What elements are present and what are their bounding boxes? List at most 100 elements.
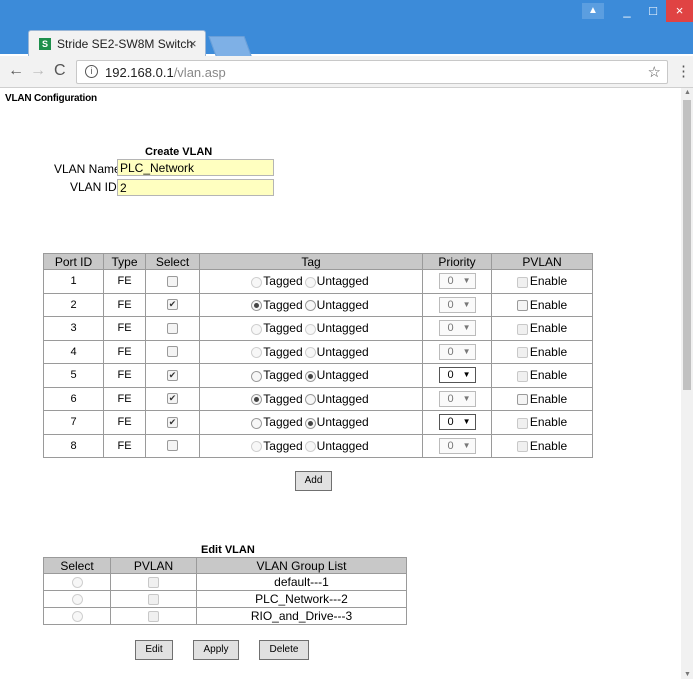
dropdown-arrow-icon: ▼ — [462, 299, 471, 309]
tab-close-icon[interactable]: × — [189, 36, 197, 51]
pvlan-checkbox[interactable] — [516, 300, 528, 312]
tag-cell: Tagged Untagged — [199, 363, 423, 388]
vlan-group-row: RIO_and_Drive---3 — [43, 607, 407, 625]
untagged-radio[interactable] — [304, 300, 316, 312]
pvlan-cell: Enable — [491, 292, 593, 317]
vlan-select-radio[interactable] — [71, 577, 83, 589]
priority-select[interactable]: 0 ▼ — [438, 320, 476, 337]
back-arrow-icon[interactable]: ← — [8, 62, 24, 80]
select-checkbox[interactable] — [167, 440, 178, 452]
address-bar[interactable]: i 192.168.0.1/vlan.asp ☆ — [76, 60, 668, 84]
select-checkbox[interactable] — [167, 322, 178, 334]
priority-select[interactable]: 0 ▼ — [438, 367, 476, 384]
edit-button[interactable]: Edit — [135, 640, 173, 660]
reload-icon[interactable]: C — [54, 62, 66, 80]
priority-select[interactable]: 0 ▼ — [438, 437, 476, 454]
apply-button[interactable]: Apply — [193, 640, 239, 660]
new-tab-button[interactable] — [208, 36, 252, 56]
select-checkbox[interactable]: ✔ — [167, 416, 178, 428]
untagged-radio[interactable] — [304, 441, 316, 453]
untagged-label: Untagged — [316, 391, 369, 406]
port-type: FE — [103, 269, 146, 294]
priority-cell: 0 ▼ — [422, 386, 492, 411]
pvlan-checkbox[interactable] — [516, 370, 528, 382]
browser-tab[interactable]: S Stride SE2-SW8M Switch × — [28, 30, 206, 56]
select-checkbox[interactable] — [167, 275, 178, 287]
select-cell: ✔ — [145, 410, 200, 435]
pvlan-checkbox[interactable] — [516, 276, 528, 288]
untagged-label: Untagged — [316, 344, 369, 359]
pvlan-checkbox[interactable] — [516, 441, 528, 453]
tag-cell: Tagged Untagged — [199, 339, 423, 364]
maximize-button[interactable]: □ — [640, 0, 666, 22]
vlan-name-label: VLAN Name: — [54, 162, 125, 176]
page-title: VLAN Configuration — [5, 93, 97, 104]
tagged-radio[interactable] — [251, 276, 263, 288]
pvlan-checkbox[interactable] — [516, 323, 528, 335]
pvlan-checkbox[interactable] — [516, 394, 528, 406]
select-checkbox[interactable]: ✔ — [167, 369, 178, 381]
menu-dots-icon[interactable]: ⋮ — [676, 62, 691, 80]
untagged-radio[interactable] — [304, 417, 316, 429]
pvlan-cell: Enable — [491, 433, 593, 458]
tagged-radio[interactable] — [251, 323, 263, 335]
tag-cell: Tagged Untagged — [199, 292, 423, 317]
vlan-select-radio[interactable] — [71, 594, 83, 606]
tagged-radio[interactable] — [251, 417, 263, 429]
vlan-pvlan-checkbox[interactable] — [148, 611, 159, 623]
vertical-scrollbar[interactable]: ▲ ▼ — [681, 88, 693, 679]
priority-cell: 0 ▼ — [422, 269, 492, 294]
vlan-pvlan-checkbox[interactable] — [148, 577, 159, 589]
untagged-radio[interactable] — [304, 323, 316, 335]
untagged-radio[interactable] — [304, 370, 316, 382]
untagged-radio[interactable] — [304, 347, 316, 359]
info-icon[interactable]: i — [85, 65, 98, 78]
dropdown-arrow-icon: ▼ — [462, 440, 471, 450]
vlan-id-input[interactable]: 2 — [117, 179, 274, 196]
tagged-radio[interactable] — [251, 394, 263, 406]
forward-arrow-icon[interactable]: → — [30, 62, 46, 80]
enable-label: Enable — [529, 368, 568, 383]
priority-value: 0 — [447, 275, 454, 288]
add-button[interactable]: Add — [295, 471, 332, 491]
port-id: 4 — [43, 339, 104, 364]
priority-select[interactable]: 0 ▼ — [438, 296, 476, 313]
tagged-radio[interactable] — [251, 347, 263, 359]
scroll-up-icon[interactable]: ▲ — [684, 89, 691, 96]
select-checkbox[interactable] — [167, 346, 178, 358]
dropdown-arrow-icon: ▼ — [462, 276, 471, 286]
priority-select[interactable]: 0 ▼ — [438, 273, 476, 290]
scroll-down-icon[interactable]: ▼ — [684, 671, 691, 678]
select-checkbox[interactable]: ✔ — [167, 393, 178, 405]
url-path: /vlan.asp — [173, 65, 226, 80]
vlan-name-input[interactable]: PLC_Network — [117, 159, 274, 176]
tagged-radio[interactable] — [251, 370, 263, 382]
pvlan-checkbox[interactable] — [516, 347, 528, 359]
select-checkbox[interactable]: ✔ — [167, 299, 178, 311]
tagged-label: Tagged — [263, 344, 303, 359]
port-type: FE — [103, 292, 146, 317]
tagged-radio[interactable] — [251, 441, 263, 453]
pvlan-checkbox[interactable] — [516, 417, 528, 429]
priority-value: 0 — [447, 322, 454, 335]
tagged-radio[interactable] — [251, 300, 263, 312]
delete-button[interactable]: Delete — [259, 640, 309, 660]
priority-select[interactable]: 0 ▼ — [438, 390, 476, 407]
pvlan-cell — [110, 607, 197, 625]
bookmark-star-icon[interactable]: ☆ — [648, 63, 661, 81]
priority-value: 0 — [447, 416, 454, 429]
untagged-radio[interactable] — [304, 276, 316, 288]
header-select: Select — [145, 253, 200, 270]
priority-select[interactable]: 0 ▼ — [438, 343, 476, 360]
close-window-button[interactable]: × — [666, 0, 693, 22]
minimize-button[interactable]: _ — [614, 0, 640, 22]
scroll-thumb[interactable] — [683, 100, 691, 390]
user-icon[interactable]: ▲ — [582, 3, 604, 19]
vlan-pvlan-checkbox[interactable] — [148, 594, 159, 606]
port-row: 6 FE ✔ Tagged Untagged 0 ▼ Enable — [43, 386, 593, 411]
vlan-select-radio[interactable] — [71, 611, 83, 623]
priority-cell: 0 ▼ — [422, 410, 492, 435]
untagged-radio[interactable] — [304, 394, 316, 406]
priority-select[interactable]: 0 ▼ — [438, 414, 476, 431]
tagged-label: Tagged — [263, 274, 303, 289]
